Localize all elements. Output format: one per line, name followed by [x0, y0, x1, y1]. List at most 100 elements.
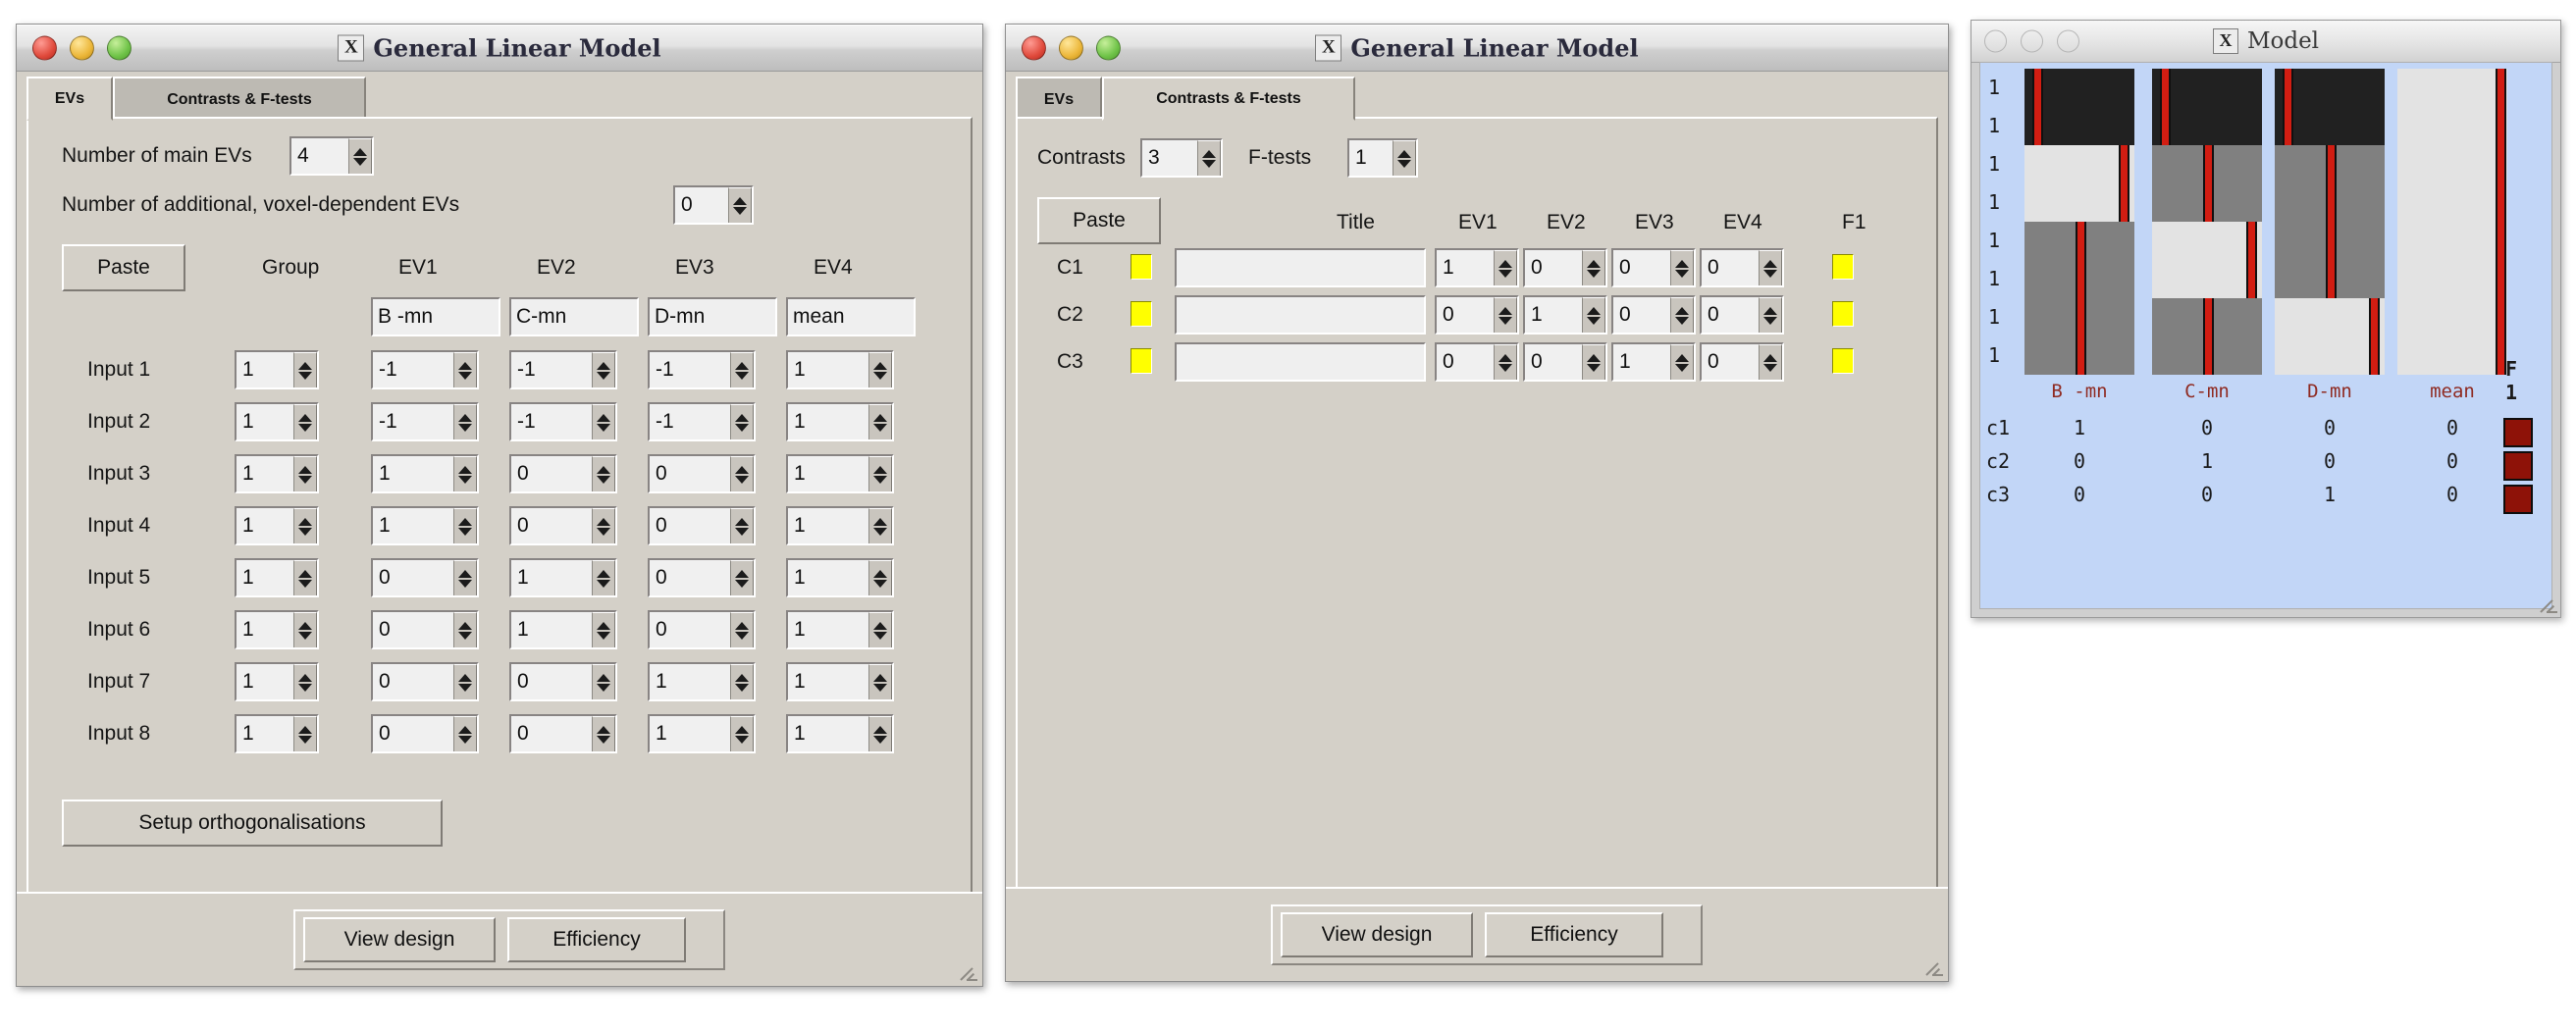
chevron-up-icon[interactable] — [458, 674, 472, 682]
contrast-title-field-row2[interactable] — [1175, 295, 1426, 335]
chevron-down-icon[interactable] — [873, 372, 887, 380]
stepper-arrows[interactable] — [868, 612, 892, 647]
chevron-down-icon[interactable] — [1202, 160, 1216, 168]
chevron-up-icon[interactable] — [298, 362, 312, 370]
ev4-stepper-row2[interactable]: 1 — [786, 402, 894, 441]
stepper-arrows[interactable] — [293, 560, 317, 595]
chevron-up-icon[interactable] — [1587, 307, 1601, 315]
stepper-arrows[interactable] — [1759, 250, 1782, 285]
contrast-ev1-stepper-row1[interactable]: 1 — [1435, 248, 1519, 287]
view-design-button[interactable]: View design — [303, 917, 496, 962]
ev1-stepper-row1[interactable]: -1 — [371, 350, 479, 389]
model-titlebar[interactable]: X Model — [1971, 21, 2560, 63]
chevron-down-icon[interactable] — [458, 580, 472, 588]
contrast-ev2-stepper-row3[interactable]: 0 — [1523, 342, 1607, 382]
chevron-down-icon[interactable] — [1763, 270, 1777, 278]
stepper-arrows[interactable] — [868, 560, 892, 595]
chevron-down-icon[interactable] — [458, 476, 472, 484]
stepper-arrows[interactable] — [293, 404, 317, 439]
chevron-down-icon[interactable] — [298, 580, 312, 588]
ev4-stepper-row3[interactable]: 1 — [786, 454, 894, 493]
chevron-up-icon[interactable] — [1763, 354, 1777, 362]
stepper-arrows[interactable] — [728, 187, 752, 223]
chevron-down-icon[interactable] — [597, 632, 610, 640]
chevron-up-icon[interactable] — [1498, 307, 1512, 315]
chevron-down-icon[interactable] — [597, 684, 610, 692]
resize-grip[interactable] — [2533, 590, 2558, 615]
chevron-up-icon[interactable] — [353, 148, 367, 156]
chevron-up-icon[interactable] — [458, 362, 472, 370]
chevron-up-icon[interactable] — [873, 674, 887, 682]
efficiency-button[interactable]: Efficiency — [507, 917, 686, 962]
chevron-up-icon[interactable] — [597, 674, 610, 682]
chevron-down-icon[interactable] — [458, 528, 472, 536]
stepper-arrows[interactable] — [592, 456, 615, 491]
stepper-arrows[interactable] — [730, 612, 754, 647]
chevron-up-icon[interactable] — [458, 518, 472, 526]
stepper-arrows[interactable] — [1670, 250, 1694, 285]
chevron-down-icon[interactable] — [298, 476, 312, 484]
chevron-down-icon[interactable] — [1498, 317, 1512, 325]
chevron-up-icon[interactable] — [873, 518, 887, 526]
contrast-ev2-stepper-row1[interactable]: 0 — [1523, 248, 1607, 287]
ev3-stepper-row3[interactable]: 0 — [648, 454, 756, 493]
chevron-down-icon[interactable] — [597, 424, 610, 432]
chevron-up-icon[interactable] — [597, 518, 610, 526]
ev2-name-field[interactable]: C-mn — [509, 297, 639, 336]
ev3-stepper-row7[interactable]: 1 — [648, 662, 756, 701]
chevron-down-icon[interactable] — [1587, 270, 1601, 278]
chevron-up-icon[interactable] — [458, 466, 472, 474]
chevron-up-icon[interactable] — [298, 622, 312, 630]
chevron-up-icon[interactable] — [735, 362, 749, 370]
chevron-down-icon[interactable] — [458, 684, 472, 692]
ev2-stepper-row5[interactable]: 1 — [509, 558, 617, 597]
chevron-down-icon[interactable] — [1587, 364, 1601, 372]
chevron-up-icon[interactable] — [873, 414, 887, 422]
chevron-up-icon[interactable] — [298, 414, 312, 422]
stepper-arrows[interactable] — [1494, 250, 1517, 285]
ev1-stepper-row6[interactable]: 0 — [371, 610, 479, 649]
chevron-up-icon[interactable] — [1675, 354, 1689, 362]
chevron-up-icon[interactable] — [458, 622, 472, 630]
stepper-arrows[interactable] — [730, 560, 754, 595]
chevron-down-icon[interactable] — [735, 736, 749, 744]
ev4-stepper-row1[interactable]: 1 — [786, 350, 894, 389]
paste-button[interactable]: Paste — [1037, 197, 1161, 244]
stepper-arrows[interactable] — [592, 508, 615, 543]
chevron-down-icon[interactable] — [735, 632, 749, 640]
contrast-ev1-stepper-row2[interactable]: 0 — [1435, 295, 1519, 335]
chevron-down-icon[interactable] — [298, 684, 312, 692]
ev2-stepper-row8[interactable]: 0 — [509, 714, 617, 753]
contrast-ev4-stepper-row2[interactable]: 0 — [1700, 295, 1784, 335]
stepper-arrows[interactable] — [453, 716, 477, 751]
stepper-arrows[interactable] — [453, 664, 477, 699]
chevron-up-icon[interactable] — [298, 518, 312, 526]
chevron-up-icon[interactable] — [735, 414, 749, 422]
window-titlebar[interactable]: X General Linear Model — [17, 25, 982, 72]
group-stepper-row7[interactable]: 1 — [235, 662, 319, 701]
stepper-arrows[interactable] — [592, 664, 615, 699]
stepper-arrows[interactable] — [1197, 140, 1221, 176]
stepper-arrows[interactable] — [453, 456, 477, 491]
ev2-stepper-row4[interactable]: 0 — [509, 506, 617, 545]
contrast-ev3-stepper-row3[interactable]: 1 — [1611, 342, 1696, 382]
ev4-stepper-row5[interactable]: 1 — [786, 558, 894, 597]
ev1-stepper-row4[interactable]: 1 — [371, 506, 479, 545]
chevron-up-icon[interactable] — [597, 570, 610, 578]
stepper-arrows[interactable] — [1582, 344, 1605, 380]
chevron-up-icon[interactable] — [597, 414, 610, 422]
contrast-color-swatch[interactable] — [1130, 254, 1152, 280]
ftest-checkbox-row2[interactable] — [1832, 301, 1854, 327]
ev3-stepper-row1[interactable]: -1 — [648, 350, 756, 389]
resize-grip[interactable] — [1919, 953, 1944, 978]
chevron-down-icon[interactable] — [1675, 364, 1689, 372]
ev3-stepper-row8[interactable]: 1 — [648, 714, 756, 753]
stepper-arrows[interactable] — [453, 560, 477, 595]
ev3-stepper-row5[interactable]: 0 — [648, 558, 756, 597]
chevron-up-icon[interactable] — [1675, 307, 1689, 315]
chevron-down-icon[interactable] — [1675, 317, 1689, 325]
efficiency-button[interactable]: Efficiency — [1485, 912, 1663, 957]
ev2-stepper-row3[interactable]: 0 — [509, 454, 617, 493]
chevron-up-icon[interactable] — [298, 726, 312, 734]
chevron-up-icon[interactable] — [735, 622, 749, 630]
